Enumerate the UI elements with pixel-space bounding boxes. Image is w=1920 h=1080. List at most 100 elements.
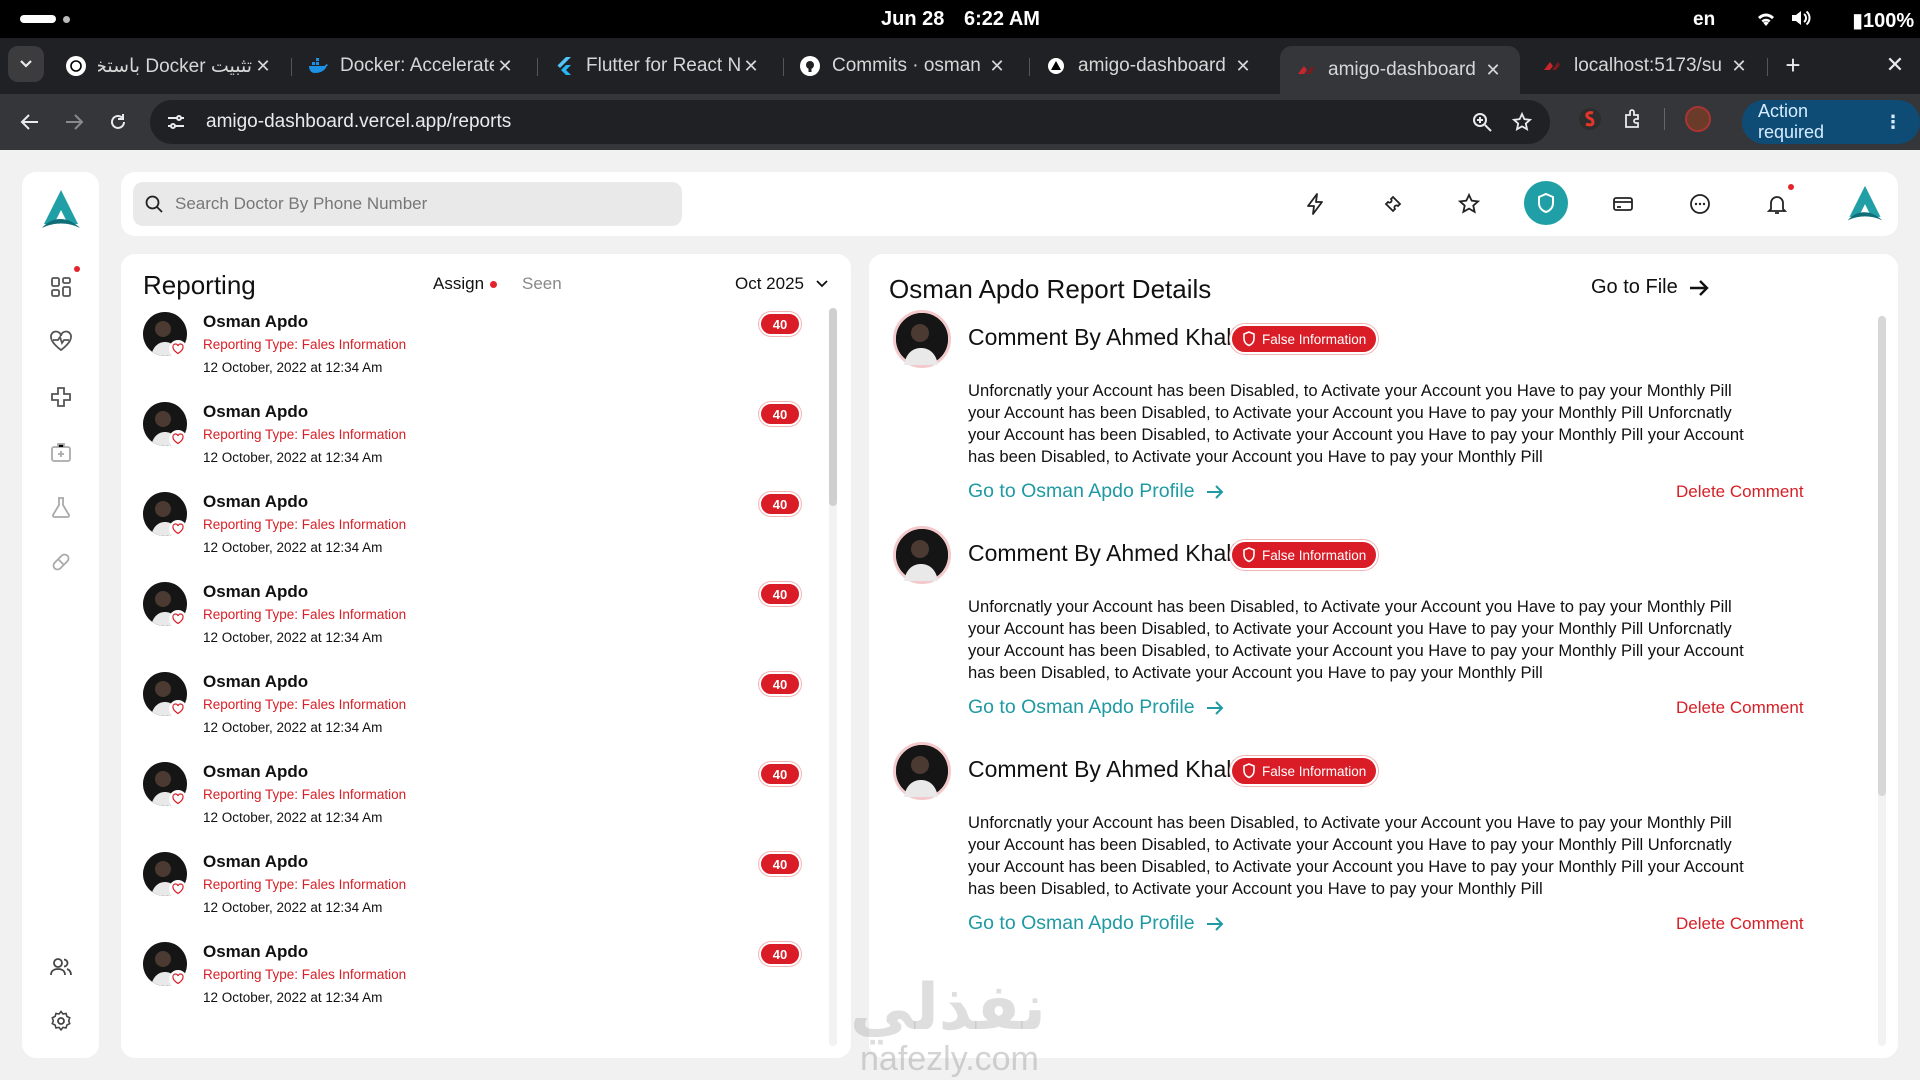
tab-docker-arabic[interactable]: تثبيت Docker باستخدام ✕ bbox=[50, 46, 290, 86]
back-button[interactable] bbox=[12, 104, 48, 140]
profile-avatar[interactable] bbox=[1685, 106, 1711, 132]
github-icon bbox=[800, 56, 820, 76]
action-required-button[interactable]: Action required ⋮ bbox=[1742, 100, 1920, 144]
heart-badge-icon bbox=[169, 700, 187, 718]
heart-badge-icon bbox=[169, 790, 187, 808]
close-icon[interactable]: ✕ bbox=[1728, 56, 1750, 77]
delete-comment-button[interactable]: Delete Comment bbox=[1676, 482, 1804, 502]
report-list-item[interactable]: Osman Apdo Reporting Type: Fales Informat… bbox=[143, 402, 801, 492]
pill-icon[interactable] bbox=[48, 549, 74, 575]
tab-amigo-dashboard-active[interactable]: amigo-dashboard ✕ bbox=[1280, 46, 1520, 94]
delete-comment-button[interactable]: Delete Comment bbox=[1676, 698, 1804, 718]
search-doctor-field[interactable] bbox=[133, 182, 682, 226]
browser-toolbar: amigo-dashboard.vercel.app/reports Actio… bbox=[0, 94, 1920, 150]
extension-icons bbox=[1578, 106, 1711, 132]
report-list-item[interactable]: Osman Apdo Reporting Type: Fales Informat… bbox=[143, 852, 801, 942]
report-list-item[interactable]: Osman Apdo Reporting Type: Fales Informat… bbox=[143, 582, 801, 672]
tab-flutter[interactable]: Flutter for React Native ✕ bbox=[538, 46, 778, 86]
app-switcher-icon[interactable] bbox=[20, 15, 56, 23]
first-aid-kit-icon[interactable] bbox=[48, 439, 74, 465]
reload-button[interactable] bbox=[100, 104, 136, 140]
shield-icon bbox=[1243, 763, 1255, 779]
credit-card-icon[interactable] bbox=[1606, 187, 1640, 221]
go-to-profile-link[interactable]: Go to Osman Apdo Profile bbox=[968, 480, 1225, 503]
tab-github-commits[interactable]: Commits · osman ✕ bbox=[784, 46, 1024, 86]
report-details-panel: Osman Apdo Report Details Go to File Com… bbox=[869, 254, 1898, 1058]
status-language[interactable]: en bbox=[1693, 9, 1715, 31]
app-topbar bbox=[121, 172, 1898, 236]
scrollbar-thumb[interactable] bbox=[829, 308, 837, 506]
close-window-button[interactable]: ✕ bbox=[1880, 50, 1910, 80]
tab-seen[interactable]: Seen bbox=[522, 274, 562, 294]
settings-gear-icon[interactable] bbox=[48, 1008, 74, 1034]
go-to-profile-link[interactable]: Go to Osman Apdo Profile bbox=[968, 912, 1225, 935]
reporting-panel: Reporting Assign Seen Oct 2025 Osman Apd… bbox=[121, 254, 851, 1058]
report-list-item[interactable]: Osman Apdo Reporting Type: Fales Informat… bbox=[143, 942, 801, 1032]
address-bar[interactable]: amigo-dashboard.vercel.app/reports bbox=[150, 100, 1550, 144]
avatar bbox=[893, 742, 951, 800]
dashboard-grid-icon[interactable] bbox=[48, 266, 80, 300]
tab-title: تثبيت Docker باستخدام bbox=[98, 55, 252, 77]
star-icon[interactable] bbox=[1452, 187, 1486, 221]
tab-search-button[interactable] bbox=[8, 46, 44, 82]
go-to-file-link[interactable]: Go to File bbox=[1591, 276, 1710, 299]
url-text[interactable]: amigo-dashboard.vercel.app/reports bbox=[206, 111, 1472, 133]
extensions-puzzle-icon[interactable] bbox=[1622, 108, 1644, 130]
new-tab-button[interactable]: + bbox=[1778, 50, 1808, 80]
report-list-item[interactable]: Osman Apdo Reporting Type: Fales Informat… bbox=[143, 312, 801, 402]
lab-flask-icon[interactable] bbox=[48, 494, 74, 520]
report-name: Osman Apdo bbox=[203, 672, 309, 691]
close-icon[interactable]: ✕ bbox=[1482, 60, 1504, 81]
kebab-menu-icon[interactable]: ⋮ bbox=[1884, 112, 1902, 133]
amigo-logo-icon[interactable] bbox=[38, 188, 84, 239]
tab-assign[interactable]: Assign bbox=[433, 274, 498, 294]
report-list-item[interactable]: Osman Apdo Reporting Type: Fales Informat… bbox=[143, 672, 801, 762]
report-count-badge: 40 bbox=[759, 672, 801, 696]
zoom-icon[interactable] bbox=[1472, 112, 1492, 132]
shield-icon bbox=[1243, 331, 1255, 347]
seo-extension-icon[interactable] bbox=[1578, 107, 1602, 131]
bell-icon[interactable] bbox=[1760, 184, 1794, 221]
tab-separator bbox=[1767, 58, 1768, 76]
report-date: 12 October, 2022 at 12:34 Am bbox=[203, 360, 383, 375]
close-icon[interactable]: ✕ bbox=[494, 56, 516, 77]
close-icon[interactable]: ✕ bbox=[252, 56, 274, 77]
lightning-icon[interactable] bbox=[1298, 187, 1332, 221]
report-list-scrollbar[interactable] bbox=[829, 308, 837, 1046]
tab-amigo-vercel[interactable]: amigo-dashboard ✕ bbox=[1030, 46, 1270, 86]
details-scrollbar[interactable] bbox=[1878, 316, 1886, 1046]
close-icon[interactable]: ✕ bbox=[1232, 56, 1254, 77]
comment-title: Comment By Ahmed Khalid bbox=[968, 756, 1250, 782]
month-selector[interactable]: Oct 2025 bbox=[735, 274, 828, 294]
chevron-down-icon bbox=[20, 60, 32, 68]
report-type: Reporting Type: Fales Information bbox=[203, 337, 407, 352]
arrow-right-icon bbox=[1206, 700, 1223, 715]
medical-cross-icon[interactable] bbox=[48, 384, 74, 410]
amigo-logo-icon[interactable] bbox=[1842, 182, 1888, 228]
report-type: Reporting Type: Fales Information bbox=[203, 877, 407, 892]
tab-docker[interactable]: Docker: Accelerated ✕ bbox=[292, 46, 532, 86]
health-heart-icon[interactable] bbox=[48, 328, 74, 354]
delete-comment-button[interactable]: Delete Comment bbox=[1676, 914, 1804, 934]
comment-text: Unforcnatly your Account has been Disabl… bbox=[968, 381, 1744, 466]
users-icon[interactable] bbox=[48, 954, 74, 980]
ticket-icon[interactable] bbox=[1375, 187, 1409, 221]
false-information-badge: False Information bbox=[1230, 756, 1379, 786]
system-icons bbox=[1754, 8, 1812, 28]
report-type: Reporting Type: Fales Information bbox=[203, 967, 407, 982]
chat-bubble-icon[interactable] bbox=[1683, 187, 1717, 221]
arrow-right-icon bbox=[1689, 279, 1709, 296]
site-info-icon[interactable] bbox=[160, 113, 192, 131]
battery-icon: ▮ bbox=[1852, 10, 1864, 32]
shield-icon[interactable] bbox=[1524, 181, 1568, 225]
forward-button[interactable] bbox=[56, 104, 92, 140]
go-to-profile-link[interactable]: Go to Osman Apdo Profile bbox=[968, 696, 1225, 719]
tab-localhost[interactable]: localhost:5173/su ✕ bbox=[1526, 46, 1766, 86]
bookmark-star-icon[interactable] bbox=[1512, 112, 1532, 132]
scrollbar-thumb[interactable] bbox=[1878, 316, 1886, 796]
report-list-item[interactable]: Osman Apdo Reporting Type: Fales Informat… bbox=[143, 762, 801, 852]
close-icon[interactable]: ✕ bbox=[740, 56, 762, 77]
report-list-item[interactable]: Osman Apdo Reporting Type: Fales Informat… bbox=[143, 492, 801, 582]
close-icon[interactable]: ✕ bbox=[986, 56, 1008, 77]
search-input[interactable] bbox=[175, 194, 655, 214]
